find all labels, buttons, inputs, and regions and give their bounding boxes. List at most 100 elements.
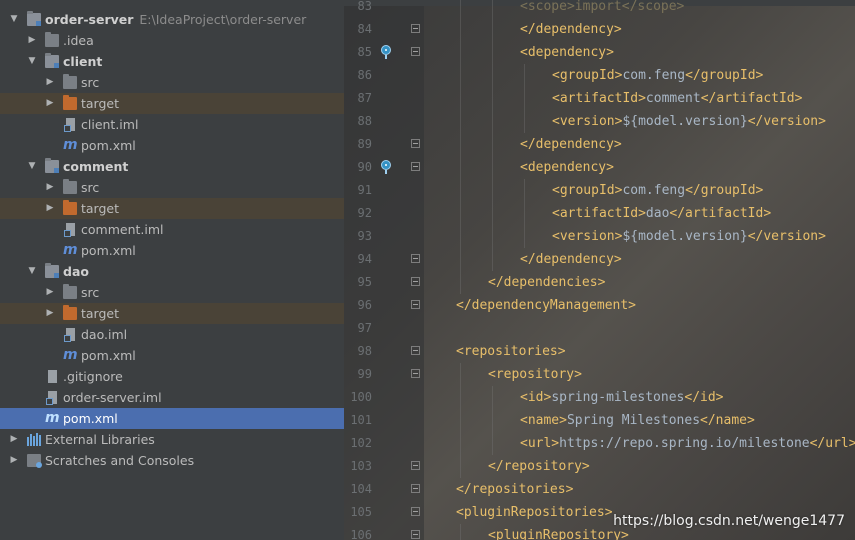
- tree-item-label: client.iml: [81, 117, 139, 132]
- fold-close-icon[interactable]: [411, 24, 420, 33]
- fold-close-icon[interactable]: [411, 277, 420, 286]
- collapse-arrow-icon[interactable]: ▶: [44, 93, 56, 114]
- line-number: 99: [357, 367, 372, 381]
- tree-item[interactable]: dao.iml: [0, 324, 344, 345]
- code-editor[interactable]: 83 <scope>import</scope> 84 </dependency> 85…: [344, 0, 855, 540]
- tree-item[interactable]: ▶ target: [0, 198, 344, 219]
- code-line[interactable]: 98 <repositories>: [344, 340, 855, 363]
- collapse-arrow-icon[interactable]: ▶: [44, 72, 56, 93]
- collapse-arrow-icon[interactable]: ▶: [8, 429, 20, 450]
- code-line[interactable]: 94 </dependency>: [344, 248, 855, 271]
- expand-arrow-icon[interactable]: ▼: [26, 261, 38, 282]
- collapse-arrow-icon[interactable]: ▶: [8, 450, 20, 471]
- module-path-hint: E:\IdeaProject\order-server: [139, 12, 307, 27]
- fold-open-icon[interactable]: [411, 162, 420, 171]
- collapse-arrow-icon[interactable]: ▶: [44, 282, 56, 303]
- code-line[interactable]: 104 </repositories>: [344, 478, 855, 501]
- line-number: 96: [357, 298, 372, 312]
- code-line[interactable]: 93 <version>${model.version}</version>: [344, 225, 855, 248]
- code-line[interactable]: 86 <groupId>com.feng</groupId>: [344, 64, 855, 87]
- xml-text: https://repo.spring.io/milestone: [559, 436, 810, 451]
- code-line[interactable]: 92 <artifactId>dao</artifactId>: [344, 202, 855, 225]
- code-line[interactable]: 103 </repository>: [344, 455, 855, 478]
- fold-close-icon[interactable]: [411, 254, 420, 263]
- code-line[interactable]: 101 <name>Spring Milestones</name>: [344, 409, 855, 432]
- line-number: 100: [350, 390, 372, 404]
- collapse-arrow-icon[interactable]: ▶: [26, 30, 38, 51]
- indent-guide: [460, 271, 461, 294]
- tree-item[interactable]: ▶ target: [0, 93, 344, 114]
- tree-item[interactable]: m pom.xml: [0, 135, 344, 156]
- fold-close-icon[interactable]: [411, 300, 420, 309]
- tree-item-label: pom.xml: [81, 243, 136, 258]
- tree-item[interactable]: ▶ Scratches and Consoles: [0, 450, 344, 471]
- line-number: 98: [357, 344, 372, 358]
- fold-close-icon[interactable]: [411, 461, 420, 470]
- tree-item[interactable]: ▼ dao: [0, 261, 344, 282]
- tree-item[interactable]: ▶ src: [0, 282, 344, 303]
- indent-guide: [460, 202, 461, 225]
- tree-item[interactable]: ▼ comment: [0, 156, 344, 177]
- fold-open-icon[interactable]: [411, 369, 420, 378]
- fold-open-icon[interactable]: [411, 47, 420, 56]
- line-number: 103: [350, 459, 372, 473]
- indent-guide: [460, 455, 461, 478]
- code-line[interactable]: 84 </dependency>: [344, 18, 855, 41]
- overridden-dependency-icon[interactable]: [380, 45, 392, 59]
- code-line[interactable]: 91 <groupId>com.feng</groupId>: [344, 179, 855, 202]
- tree-item[interactable]: ▶ src: [0, 177, 344, 198]
- code-line[interactable]: 87 <artifactId>comment</artifactId>: [344, 87, 855, 110]
- overridden-dependency-icon[interactable]: [380, 160, 392, 174]
- expand-arrow-icon[interactable]: ▼: [26, 51, 38, 72]
- tree-item[interactable]: m pom.xml: [0, 240, 344, 261]
- collapse-arrow-icon[interactable]: ▶: [44, 177, 56, 198]
- expand-arrow-icon[interactable]: ▼: [8, 9, 20, 30]
- code-line[interactable]: 88 <version>${model.version}</version>: [344, 110, 855, 133]
- xml-tag: </artifactId>: [669, 206, 772, 221]
- tree-item[interactable]: ▼ order-server E:\IdeaProject\order-server: [0, 9, 344, 30]
- fold-open-icon[interactable]: [411, 507, 420, 516]
- tree-item[interactable]: ▶ .idea: [0, 30, 344, 51]
- fold-close-icon[interactable]: [411, 139, 420, 148]
- line-number: 83: [357, 0, 372, 13]
- fold-open-icon[interactable]: [411, 530, 420, 539]
- expand-arrow-icon[interactable]: ▼: [26, 156, 38, 177]
- code-line[interactable]: 85 <dependency>: [344, 41, 855, 64]
- code-line[interactable]: 90 <dependency>: [344, 156, 855, 179]
- tree-item-label: order-server E:\IdeaProject\order-server: [45, 12, 307, 27]
- module-folder-icon: [27, 11, 41, 26]
- tree-item[interactable]: ▶ External Libraries: [0, 429, 344, 450]
- code-line[interactable]: 96 </dependencyManagement>: [344, 294, 855, 317]
- tree-item[interactable]: .gitignore: [0, 366, 344, 387]
- indent-guide: [492, 156, 493, 179]
- tree-item[interactable]: m pom.xml: [0, 345, 344, 366]
- tree-item-label: target: [81, 306, 120, 321]
- tree-item[interactable]: ▶ target: [0, 303, 344, 324]
- code-line[interactable]: 102 <url>https://repo.spring.io/milestone…: [344, 432, 855, 455]
- code-line[interactable]: 95 </dependencies>: [344, 271, 855, 294]
- tree-item[interactable]: comment.iml: [0, 219, 344, 240]
- indent-guide: [492, 248, 493, 271]
- folder-icon: [45, 32, 59, 47]
- fold-close-icon[interactable]: [411, 484, 420, 493]
- tree-item[interactable]: ▼ client: [0, 51, 344, 72]
- tree-item[interactable]: order-server.iml: [0, 387, 344, 408]
- code-line[interactable]: 99 <repository>: [344, 363, 855, 386]
- code-line[interactable]: 97: [344, 317, 855, 340]
- indent-guide: [460, 248, 461, 271]
- code-line[interactable]: 83 <scope>import</scope>: [344, 0, 855, 18]
- code-line[interactable]: 100 <id>spring-milestones</id>: [344, 386, 855, 409]
- tree-item[interactable]: m pom.xml: [0, 408, 344, 429]
- tree-item[interactable]: client.iml: [0, 114, 344, 135]
- xml-tag: <pluginRepository>: [488, 528, 629, 540]
- code-text: </dependency>: [520, 133, 622, 156]
- project-tool-window: ▼ order-server E:\IdeaProject\order-server…: [0, 0, 344, 540]
- code-text: <artifactId>comment</artifactId>: [552, 87, 802, 110]
- fold-open-icon[interactable]: [411, 346, 420, 355]
- tree-item[interactable]: ▶ src: [0, 72, 344, 93]
- xml-tag: <repository>: [488, 367, 582, 382]
- collapse-arrow-icon[interactable]: ▶: [44, 303, 56, 324]
- code-line[interactable]: 89 </dependency>: [344, 133, 855, 156]
- xml-tag: </id>: [684, 390, 724, 405]
- collapse-arrow-icon[interactable]: ▶: [44, 198, 56, 219]
